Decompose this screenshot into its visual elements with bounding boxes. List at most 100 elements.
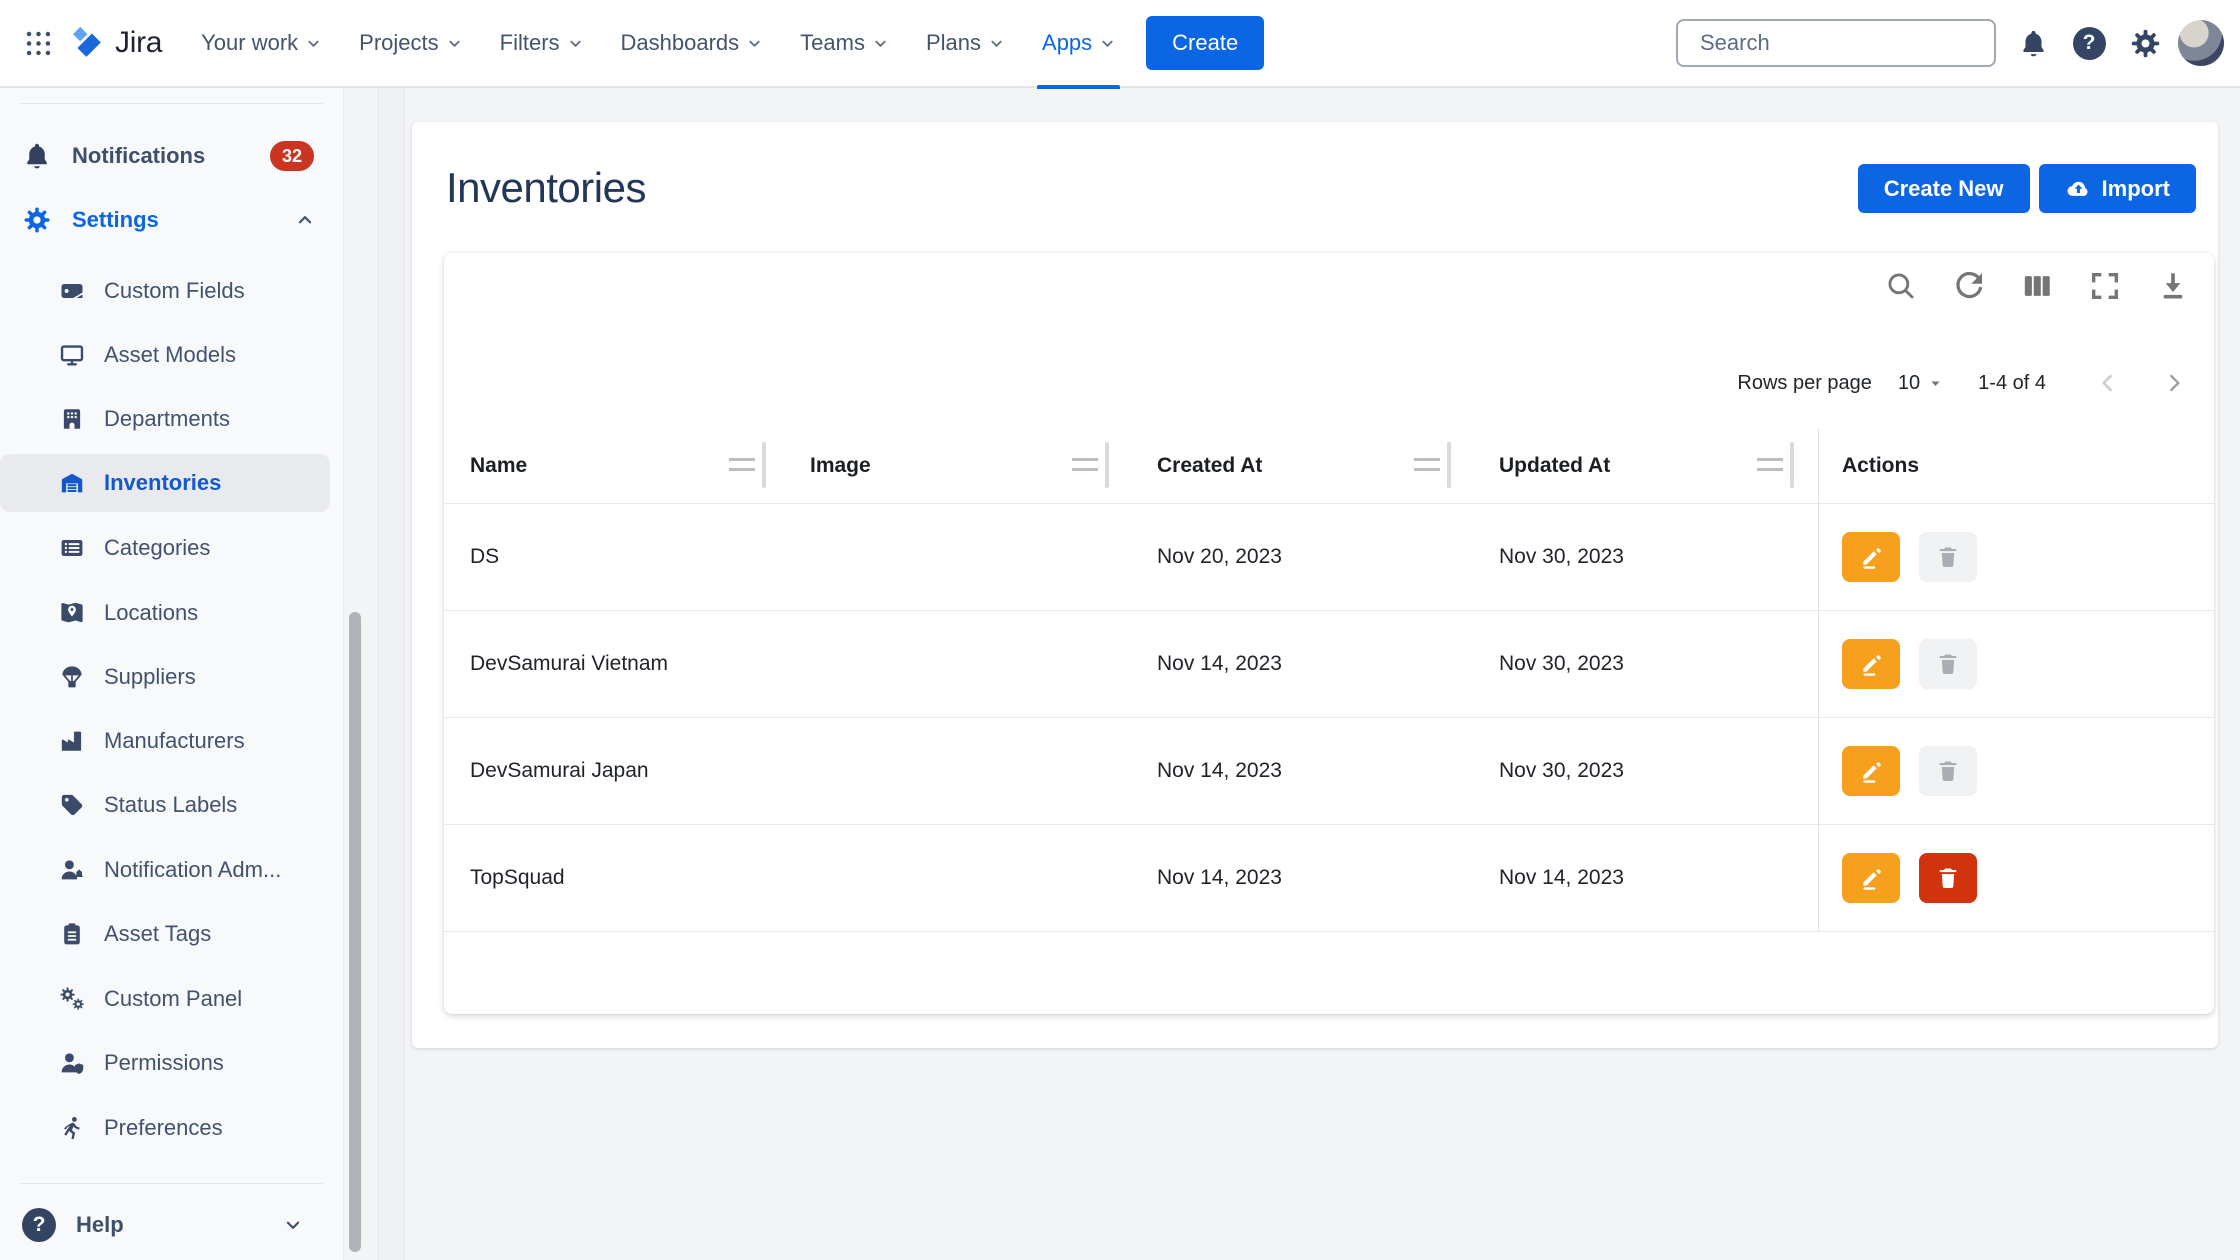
sidebar-item-custom-panel[interactable]: Custom Panel [0,970,330,1028]
edit-button[interactable] [1842,639,1900,689]
runner-icon [59,1115,85,1141]
table-fullscreen-button[interactable] [2086,267,2124,305]
column-resize-handle[interactable] [1414,442,1451,488]
chevron-right-icon [2161,370,2187,396]
table-columns-button[interactable] [2018,267,2056,305]
sidebar-item-locations[interactable]: Locations [0,584,330,642]
refresh-icon [1952,269,1986,303]
map-pin-icon [59,600,85,626]
nav-item-projects[interactable]: Projects [340,0,480,87]
delete-button-disabled[interactable] [1919,639,1977,689]
sidebar-resize-gutter[interactable] [378,88,405,1260]
table-search-button[interactable] [1882,267,1920,305]
sidebar-item-custom-fields[interactable]: Custom Fields [0,262,330,320]
factory-icon [59,728,85,754]
cell-name: TopSquad [470,824,565,931]
column-header-created-at[interactable]: Created At [1157,428,1262,503]
sidebar-item-categories[interactable]: Categories [0,519,330,577]
row-actions [1819,503,2215,610]
sidebar-item-inventories[interactable]: Inventories [0,454,330,512]
table-row[interactable]: DevSamurai Vietnam Nov 14, 2023 Nov 30, … [444,610,1818,717]
chevron-down-icon [747,36,762,51]
sidebar-item-help[interactable]: ? Help [0,1197,330,1253]
cell-updated-at: Nov 14, 2023 [1499,824,1624,931]
chevron-down-icon [447,36,462,51]
search-icon [1884,269,1918,303]
cell-updated-at: Nov 30, 2023 [1499,503,1624,610]
cloud-upload-icon [2065,175,2092,202]
column-resize-handle[interactable] [1072,442,1109,488]
nav-item-plans[interactable]: Plans [907,0,1023,87]
search-input[interactable] [1700,30,1988,56]
app-grid-icon [25,30,52,57]
chevron-down-icon [568,36,583,51]
cell-created-at: Nov 20, 2023 [1157,503,1282,610]
user-bell-icon [59,857,85,883]
parachute-box-icon [59,664,85,690]
nav-right-cluster: ? [2010,20,2224,66]
sidebar-item-notification-admin[interactable]: Notification Adm... [0,841,330,899]
nav-item-dashboards[interactable]: Dashboards [602,0,782,87]
nav-item-filters[interactable]: Filters [481,0,602,87]
edit-button[interactable] [1842,853,1900,903]
sidebar-scrollbar[interactable] [349,612,361,1252]
nav-item-teams[interactable]: Teams [781,0,907,87]
table-row[interactable]: DevSamurai Japan Nov 14, 2023 Nov 30, 20… [444,717,1818,824]
chevron-left-icon [2095,370,2121,396]
sidebar-item-asset-tags[interactable]: Asset Tags [0,905,330,963]
create-new-button[interactable]: Create New [1858,164,2030,213]
edit-button[interactable] [1842,746,1900,796]
top-navigation-bar: Jira Your work Projects Filters Dashboar… [0,0,2240,88]
sidebar-item-asset-models[interactable]: Asset Models [0,326,330,384]
rows-per-page-select[interactable]: 10 [1898,372,1942,395]
table-download-button[interactable] [2154,267,2192,305]
sidebar-item-settings[interactable]: Settings [0,192,330,248]
jira-logo[interactable]: Jira [68,23,162,63]
trash-icon [1935,544,1961,570]
column-header-image[interactable]: Image [810,428,871,503]
search-box[interactable] [1676,19,1996,67]
delete-button-disabled[interactable] [1919,746,1977,796]
sidebar-bottom-divider [20,1183,323,1184]
sidebar-item-permissions[interactable]: Permissions [0,1034,330,1092]
column-resize-handle[interactable] [729,442,766,488]
settings-gear-button[interactable] [2122,20,2168,66]
gear-icon [22,205,52,235]
column-header-updated-at[interactable]: Updated At [1499,428,1610,503]
trash-icon [1935,651,1961,677]
user-avatar[interactable] [2178,20,2224,66]
nav-item-your-work[interactable]: Your work [182,0,340,87]
help-icon: ? [22,1208,56,1242]
import-button[interactable]: Import [2039,164,2196,213]
app-switcher-button[interactable] [16,21,60,65]
nav-item-apps[interactable]: Apps [1023,0,1134,87]
sidebar-item-departments[interactable]: Departments [0,390,330,448]
table-row[interactable]: DS Nov 20, 2023 Nov 30, 2023 [444,503,1818,610]
sidebar-item-notifications[interactable]: Notifications 32 [0,128,330,184]
table-refresh-button[interactable] [1950,267,1988,305]
delete-button[interactable] [1919,853,1977,903]
sidebar-item-status-labels[interactable]: Status Labels [0,776,330,834]
chevron-up-icon [296,211,314,229]
column-resize-handle[interactable] [1757,442,1794,488]
tag-icon [59,792,85,818]
create-button[interactable]: Create [1146,16,1264,70]
sidebar-item-preferences[interactable]: Preferences [0,1099,330,1157]
pencil-icon [1858,865,1884,891]
edit-button[interactable] [1842,532,1900,582]
column-header-name[interactable]: Name [470,428,527,503]
notifications-bell-button[interactable] [2010,20,2056,66]
previous-page-button[interactable] [2088,363,2128,403]
sidebar-item-suppliers[interactable]: Suppliers [0,648,330,706]
sidebar-top-divider [20,103,323,104]
pencil-icon [1858,651,1884,677]
table-row[interactable]: TopSquad Nov 14, 2023 Nov 14, 2023 [444,824,1818,931]
next-page-button[interactable] [2154,363,2194,403]
chevron-down-icon [1100,36,1115,51]
sidebar-item-manufacturers[interactable]: Manufacturers [0,712,330,770]
delete-button-disabled[interactable] [1919,532,1977,582]
help-button[interactable]: ? [2066,20,2112,66]
cell-name: DevSamurai Vietnam [470,610,668,717]
sidebar-divider-line [343,88,344,1260]
main-content: Inventories Create New Import [406,88,2240,1260]
